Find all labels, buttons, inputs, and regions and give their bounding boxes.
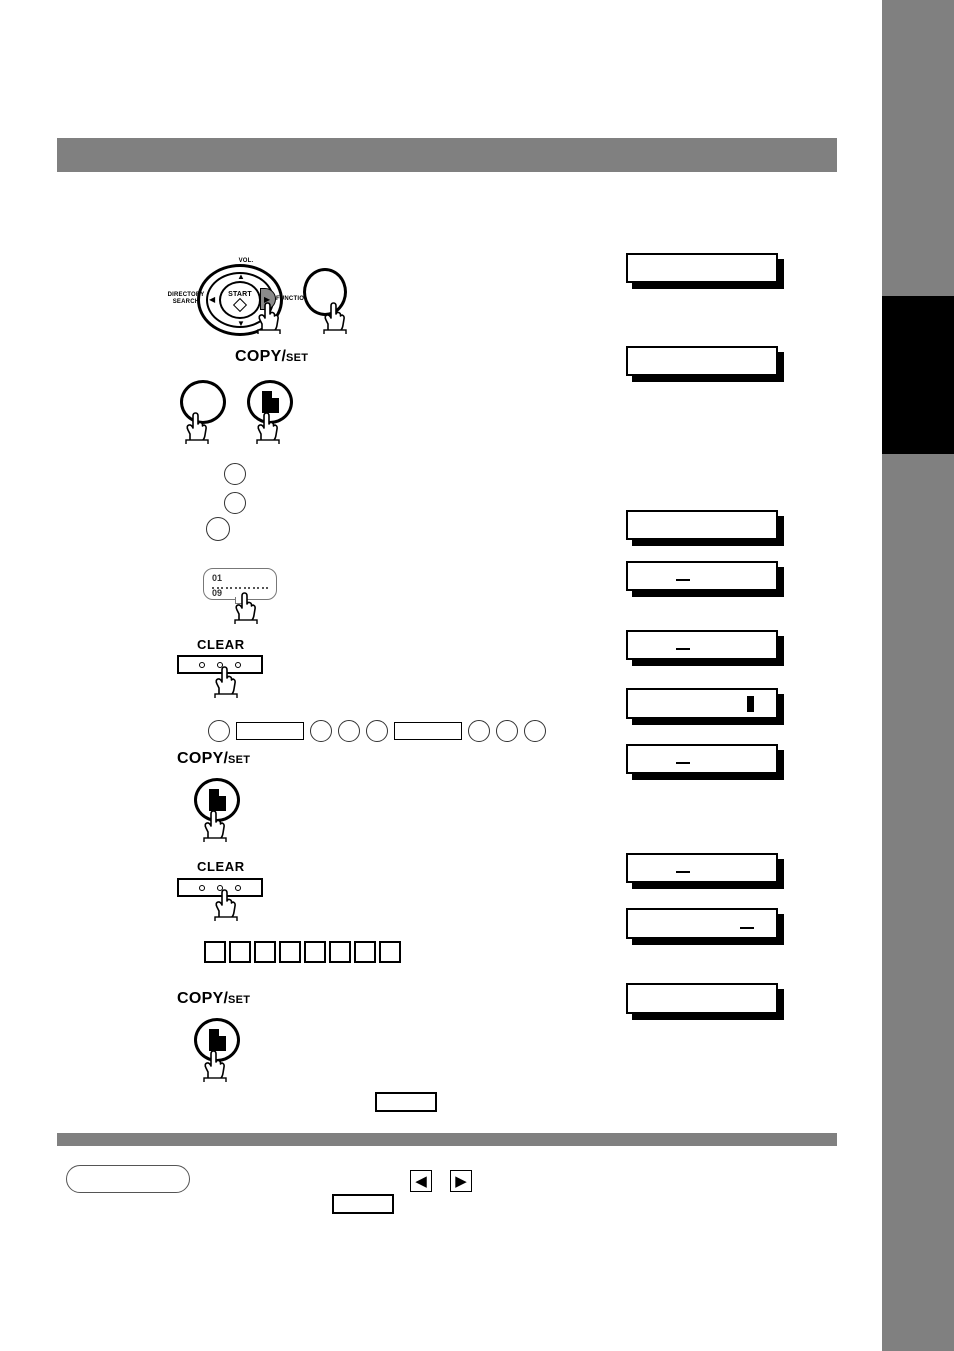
lcd-panel-8 <box>626 853 778 883</box>
chapter-tab <box>882 296 954 454</box>
navpad-up-arrow-icon[interactable]: ▲ <box>237 273 245 281</box>
press-hand-icon-copy-set-3 <box>198 1048 232 1082</box>
navpad-left-arrow-icon[interactable]: ◀ <box>209 296 215 304</box>
press-hand-icon-navpad <box>252 300 286 334</box>
lcd-panel-9 <box>626 908 778 939</box>
character-entry-box-1[interactable] <box>204 941 226 963</box>
press-hand-icon-copy-set-1 <box>251 410 285 444</box>
character-entry-box-8[interactable] <box>379 941 401 963</box>
manual-page: ▲ ▼ ◀ ▶ START VOL. DIRECTORY SEARCH FUNC… <box>0 0 954 1351</box>
character-entry-box-7[interactable] <box>354 941 376 963</box>
left-arrow-key[interactable]: ◀ <box>410 1170 432 1192</box>
lcd-panel-5-underscore-mark <box>676 648 690 650</box>
lcd-panel-10 <box>626 983 778 1014</box>
copy-set-caption-3: COPY/SET <box>177 990 250 1008</box>
station-circle-1[interactable] <box>224 463 246 485</box>
copy-label-1: COPY <box>235 348 282 365</box>
navpad-directory-search-label-line2: SEARCH <box>172 299 200 305</box>
set-label-3: SET <box>228 994 251 1006</box>
lcd-panel-6 <box>626 688 778 719</box>
press-hand-icon-function <box>318 300 352 334</box>
lcd-panel-7-underscore-mark <box>676 762 690 764</box>
dial-circle-4[interactable] <box>366 720 388 742</box>
dial-rect-2[interactable] <box>394 722 462 740</box>
lcd-panel-7 <box>626 744 778 774</box>
character-entry-box-2[interactable] <box>229 941 251 963</box>
lcd-panel-5 <box>626 630 778 660</box>
dial-circle-2[interactable] <box>310 720 332 742</box>
keypad-bottom-number: 09 <box>212 588 223 598</box>
section-header-bar <box>57 138 837 172</box>
footer-note-box <box>332 1194 394 1214</box>
dial-circle-7[interactable] <box>524 720 546 742</box>
character-entry-box-4[interactable] <box>279 941 301 963</box>
lcd-panel-2 <box>626 346 778 376</box>
result-box <box>375 1092 437 1112</box>
dial-circle-3[interactable] <box>338 720 360 742</box>
navpad-volume-label: VOL. <box>238 258 254 264</box>
dial-circle-5[interactable] <box>468 720 490 742</box>
character-entry-box-5[interactable] <box>304 941 326 963</box>
press-hand-icon-copy-set-2 <box>198 808 232 842</box>
lcd-panel-8-underscore-mark <box>676 871 690 873</box>
set-label-1: SET <box>286 352 309 364</box>
dial-circle-1[interactable] <box>208 720 230 742</box>
station-circle-2[interactable] <box>224 492 246 514</box>
clear-caption-2: CLEAR <box>197 859 245 874</box>
section-footer-bar <box>57 1133 837 1146</box>
start-diamond-icon <box>232 297 248 312</box>
navpad-directory-search-label-line1: DIRECTORY <box>167 292 205 298</box>
character-entry-box-6[interactable] <box>329 941 351 963</box>
lcd-panel-1 <box>626 253 778 283</box>
right-arrow-key[interactable]: ▶ <box>450 1170 472 1192</box>
chapter-edge-strip <box>882 0 954 1351</box>
clear-dot-icon-1 <box>199 661 205 668</box>
lcd-panel-4-underscore-mark <box>676 579 690 581</box>
press-hand-icon-clear-1 <box>209 664 243 698</box>
copy-label-3: COPY <box>177 990 224 1007</box>
lcd-panel-9-underscore-mark <box>740 926 754 929</box>
station-name-pill <box>66 1165 190 1193</box>
lcd-panel-6-cursor-block <box>747 695 754 712</box>
lcd-panel-4 <box>626 561 778 591</box>
clear-dot-icon-4 <box>199 884 205 891</box>
navpad-down-arrow-icon[interactable]: ▼ <box>237 320 245 328</box>
character-entry-box-3[interactable] <box>254 941 276 963</box>
clear-caption-1: CLEAR <box>197 637 245 652</box>
copy-set-caption-1: COPY/SET <box>235 348 308 366</box>
dial-rect-1[interactable] <box>236 722 304 740</box>
press-hand-icon-clear-2 <box>209 887 243 921</box>
keypad-top-number: 01 <box>212 573 223 583</box>
press-hand-icon-blank-button <box>180 410 214 444</box>
set-label-2: SET <box>228 754 251 766</box>
copy-set-caption-2: COPY/SET <box>177 750 250 768</box>
station-circle-3[interactable] <box>206 517 230 541</box>
lcd-panel-3 <box>626 510 778 540</box>
dial-circle-6[interactable] <box>496 720 518 742</box>
press-hand-icon-keypad <box>229 590 263 624</box>
copy-label-2: COPY <box>177 750 224 767</box>
